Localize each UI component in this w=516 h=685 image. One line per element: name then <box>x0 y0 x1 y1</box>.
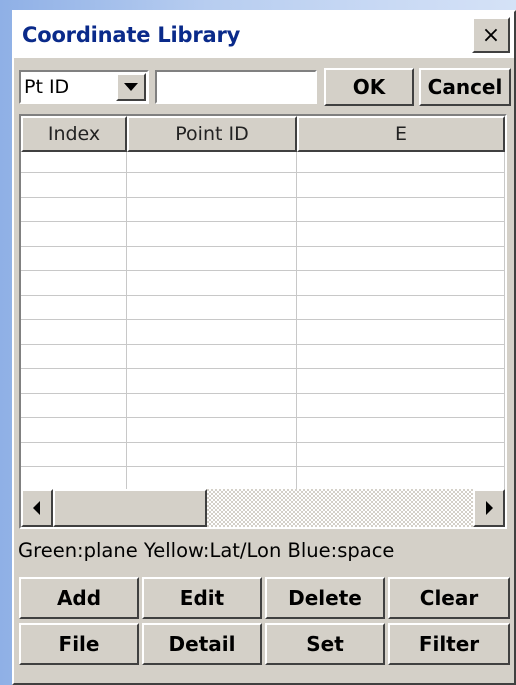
table-cell[interactable] <box>127 197 297 221</box>
window-title: Coordinate Library <box>22 23 241 47</box>
table-cell[interactable] <box>127 442 297 466</box>
close-icon: × <box>481 22 501 48</box>
table-row[interactable] <box>21 197 505 222</box>
table-header: Index Point ID E <box>21 116 505 152</box>
table-cell[interactable] <box>127 222 297 246</box>
table-cell[interactable] <box>21 197 127 221</box>
set-button[interactable]: Set <box>265 623 385 665</box>
horizontal-scrollbar[interactable] <box>21 489 505 527</box>
scroll-thumb[interactable] <box>53 489 207 527</box>
filter-button[interactable]: Filter <box>388 623 510 665</box>
table-cell[interactable] <box>127 271 297 295</box>
table-row[interactable] <box>21 246 505 271</box>
chevron-down-icon <box>124 83 138 91</box>
add-button[interactable]: Add <box>19 577 139 619</box>
table-cell[interactable] <box>297 344 505 368</box>
table-cell[interactable] <box>297 320 505 344</box>
table-cell[interactable] <box>297 418 505 442</box>
table-cell[interactable] <box>21 442 127 466</box>
table-cell[interactable] <box>21 369 127 393</box>
table-row[interactable] <box>21 418 505 443</box>
table-cell[interactable] <box>297 173 505 197</box>
table-cell[interactable] <box>297 295 505 319</box>
table-row[interactable] <box>21 467 505 492</box>
table-row[interactable] <box>21 222 505 247</box>
table-cell[interactable] <box>21 467 127 491</box>
scroll-right-button[interactable] <box>473 489 505 527</box>
table-row[interactable] <box>21 152 505 173</box>
table-cell[interactable] <box>127 152 297 172</box>
table-cell[interactable] <box>297 393 505 417</box>
table-cell[interactable] <box>297 152 505 172</box>
table-row[interactable] <box>21 344 505 369</box>
table-cell[interactable] <box>297 222 505 246</box>
table-cell[interactable] <box>21 320 127 344</box>
table-cell[interactable] <box>21 173 127 197</box>
table-cell[interactable] <box>21 393 127 417</box>
delete-button[interactable]: Delete <box>265 577 385 619</box>
table-cell[interactable] <box>127 467 297 491</box>
table-cell[interactable] <box>297 246 505 270</box>
table-cell[interactable] <box>21 152 127 172</box>
coordinate-library-window: Coordinate Library × Pt ID OK Cancel Ind… <box>12 10 516 685</box>
table-body <box>21 152 505 492</box>
table-cell[interactable] <box>297 369 505 393</box>
table-cell[interactable] <box>127 393 297 417</box>
table-cell[interactable] <box>297 271 505 295</box>
table-cell[interactable] <box>21 418 127 442</box>
search-input[interactable] <box>155 70 317 104</box>
arrow-left-icon <box>33 501 40 515</box>
table-row[interactable] <box>21 393 505 418</box>
cancel-button[interactable]: Cancel <box>419 68 511 106</box>
table-row[interactable] <box>21 271 505 296</box>
detail-button[interactable]: Detail <box>142 623 262 665</box>
title-bar: Coordinate Library × <box>14 12 514 58</box>
table-row[interactable] <box>21 320 505 345</box>
table-cell[interactable] <box>21 222 127 246</box>
table-cell[interactable] <box>127 173 297 197</box>
filter-toolbar: Pt ID OK Cancel <box>14 62 514 106</box>
table-cell[interactable] <box>21 271 127 295</box>
table-cell[interactable] <box>21 246 127 270</box>
edit-button[interactable]: Edit <box>142 577 262 619</box>
column-header-index[interactable]: Index <box>21 116 127 152</box>
column-header-point-id[interactable]: Point ID <box>127 116 297 152</box>
coordinate-table[interactable]: Index Point ID E <box>19 114 507 529</box>
table-cell[interactable] <box>127 344 297 368</box>
clear-button[interactable]: Clear <box>388 577 510 619</box>
field-select-dropdown-button[interactable] <box>116 73 146 101</box>
table-cell[interactable] <box>21 295 127 319</box>
color-legend: Green:plane Yellow:Lat/Lon Blue:space <box>18 539 395 562</box>
table-cell[interactable] <box>127 369 297 393</box>
field-select-value: Pt ID <box>24 76 70 98</box>
column-header-e[interactable]: E <box>297 116 505 152</box>
table-cell[interactable] <box>127 418 297 442</box>
table-cell[interactable] <box>297 467 505 491</box>
file-button[interactable]: File <box>19 623 139 665</box>
table-row[interactable] <box>21 173 505 198</box>
scroll-left-button[interactable] <box>21 489 53 527</box>
table-row[interactable] <box>21 442 505 467</box>
ok-button[interactable]: OK <box>324 68 414 106</box>
table-row[interactable] <box>21 295 505 320</box>
close-button[interactable]: × <box>472 17 510 53</box>
table-cell[interactable] <box>297 197 505 221</box>
arrow-right-icon <box>486 501 493 515</box>
field-select[interactable]: Pt ID <box>19 70 149 104</box>
table-row[interactable] <box>21 369 505 394</box>
table-cell[interactable] <box>297 442 505 466</box>
table-cell[interactable] <box>127 295 297 319</box>
table-cell[interactable] <box>127 246 297 270</box>
table-cell[interactable] <box>21 344 127 368</box>
table-cell[interactable] <box>127 320 297 344</box>
